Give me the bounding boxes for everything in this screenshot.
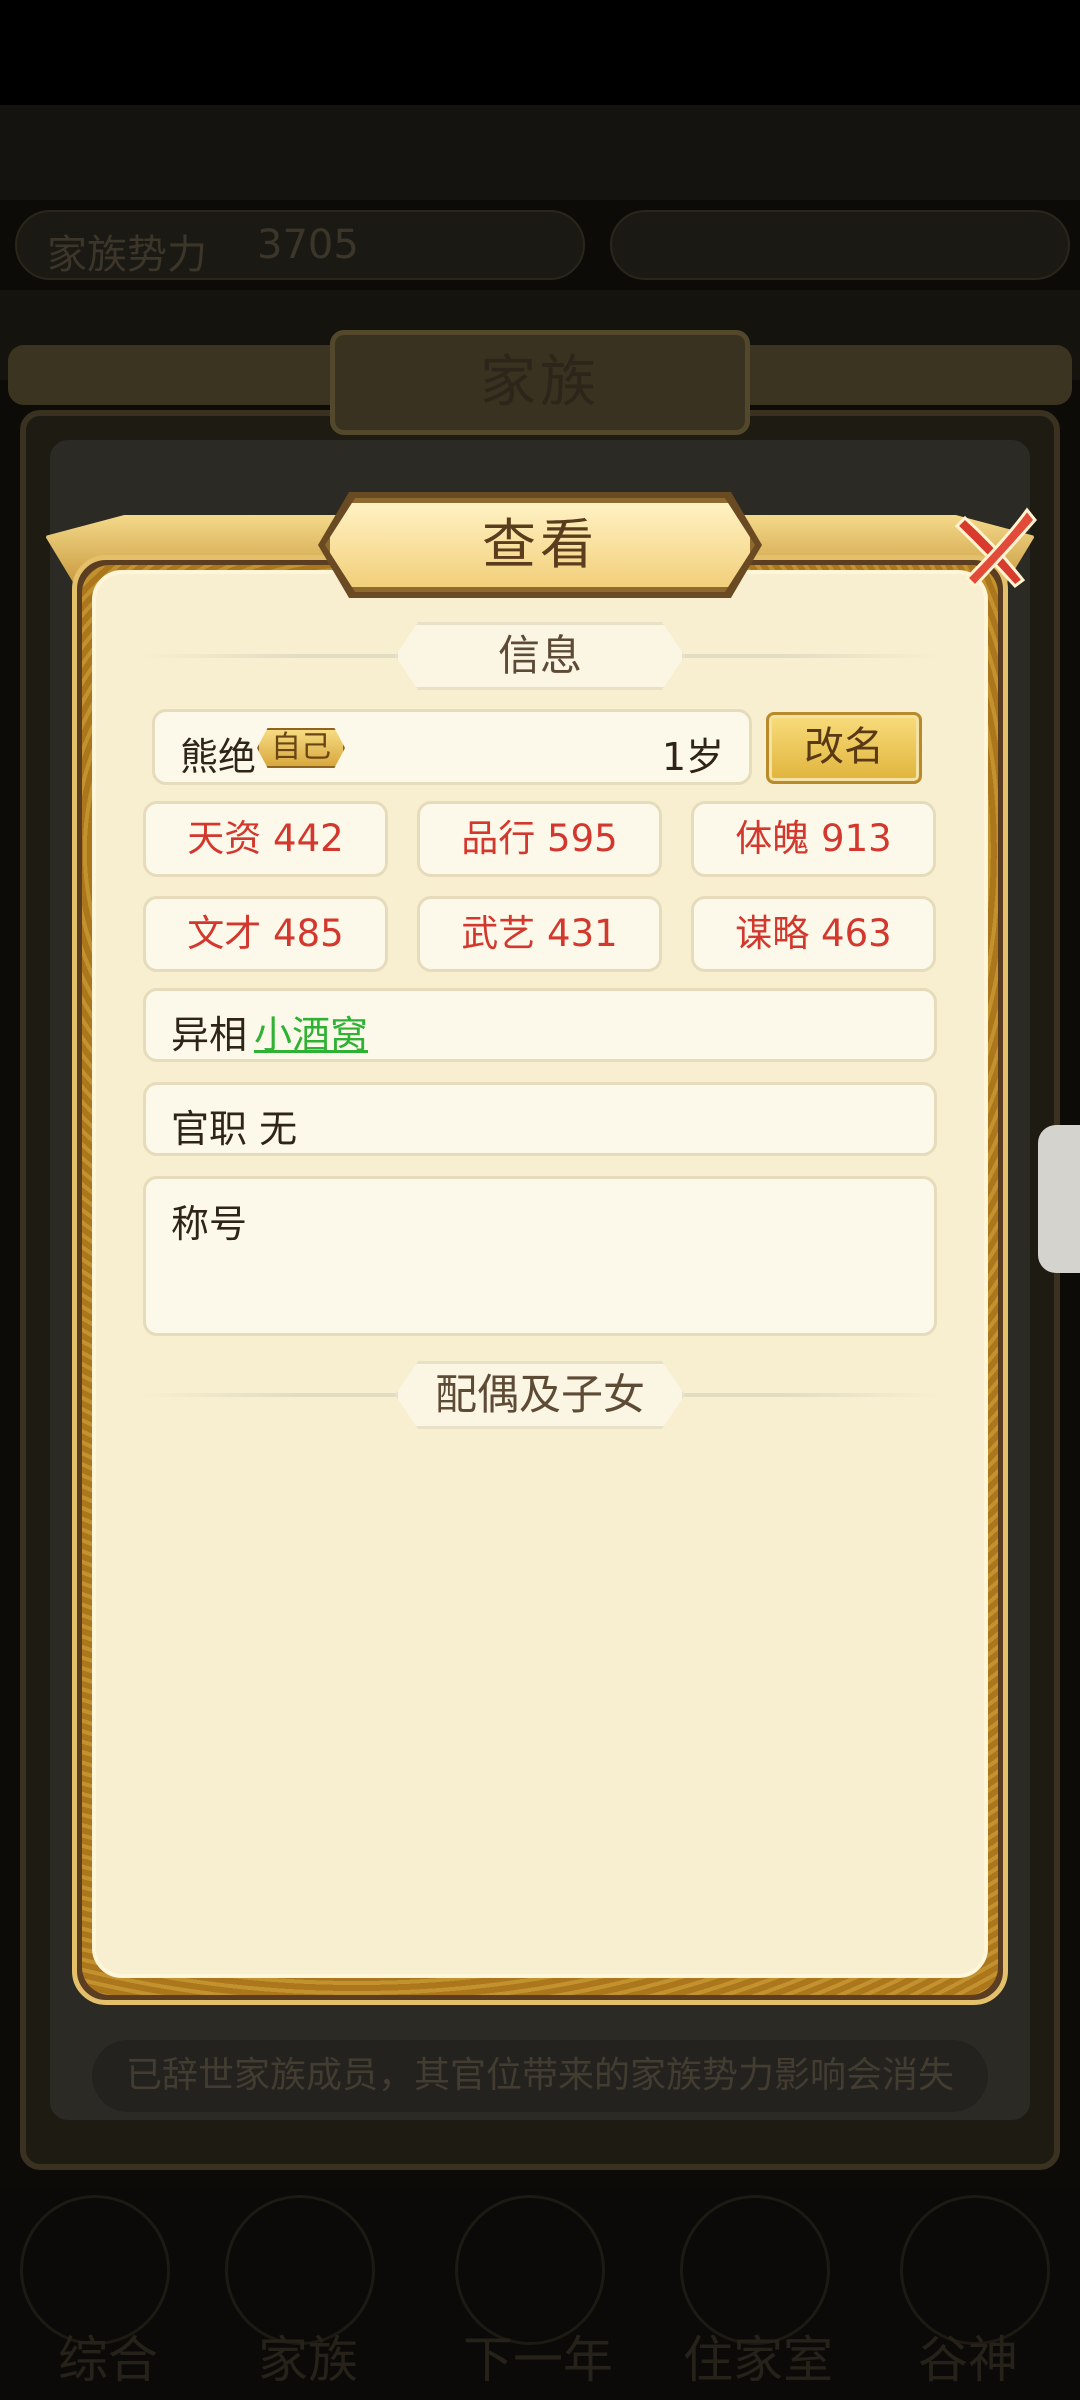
trait-label: 异相 (171, 1013, 248, 1057)
nav-item-home[interactable]: 住家室 (650, 2320, 866, 2392)
info-section-header: 信息 (395, 622, 685, 690)
nav-item-overview[interactable]: 综合 (0, 2320, 216, 2392)
family-list (110, 1440, 970, 1960)
trait-field: 异相 小酒窝 (143, 988, 937, 1062)
stat-strategy: 谋略 463 (691, 896, 936, 972)
self-badge: 自己 (257, 728, 345, 768)
family-power-label: 家族势力 (47, 232, 207, 278)
close-button[interactable] (945, 500, 1040, 595)
stat-literary: 文才 485 (143, 896, 388, 972)
rename-button[interactable]: 改名 (766, 712, 922, 784)
status-bar (0, 0, 1080, 105)
family-power-value: 3705 (257, 222, 359, 268)
background-panel-title: 家族 (330, 330, 750, 435)
honorific-label: 称号 (171, 1202, 248, 1246)
name-field: 熊绝 自己 1岁 (152, 709, 752, 785)
nav-item-family[interactable]: 家族 (200, 2320, 416, 2392)
close-icon (954, 507, 1037, 589)
background-notice: 已辞世家族成员，其官位带来的家族势力影响会消失 (92, 2040, 988, 2112)
family-section-header: 配偶及子女 (395, 1361, 685, 1429)
office-field: 官职 无 (143, 1082, 937, 1156)
background-band (0, 105, 1080, 200)
dialog-title: 查看 (482, 513, 598, 576)
stat-aptitude: 天资 442 (143, 801, 388, 877)
side-handle[interactable] (1038, 1125, 1080, 1273)
family-power-bar: 家族势力 3705 (15, 210, 585, 280)
character-name: 熊绝 (180, 735, 257, 779)
stat-martial: 武艺 431 (417, 896, 662, 972)
honorific-field: 称号 (143, 1176, 937, 1336)
resources-bar (610, 210, 1070, 280)
stat-conduct: 品行 595 (417, 801, 662, 877)
office-text: 官职 无 (171, 1107, 298, 1151)
nav-item-next-year[interactable]: 下一年 (430, 2320, 646, 2392)
stat-physique: 体魄 913 (691, 801, 936, 877)
nav-item-more[interactable]: 谷神 (860, 2320, 1076, 2392)
trait-link[interactable]: 小酒窝 (254, 1004, 368, 1059)
character-age: 1岁 (661, 735, 724, 779)
